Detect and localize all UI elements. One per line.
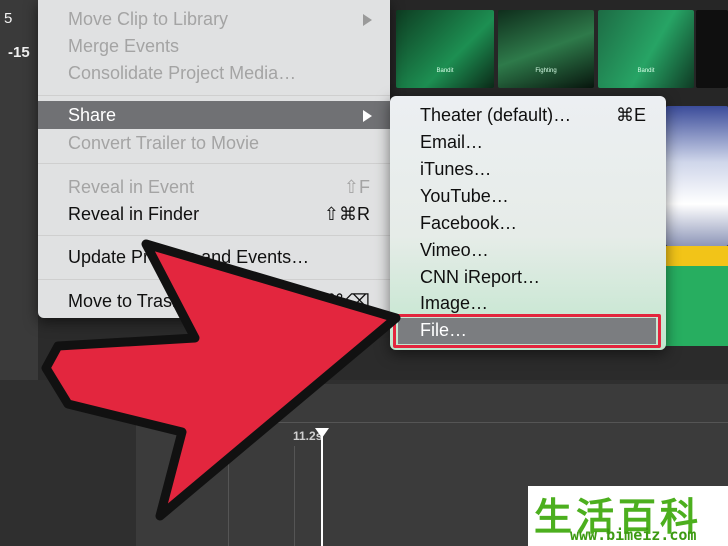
submenu-arrow-icon [363,14,372,26]
menu-item-label: iTunes… [420,159,492,179]
menu-item-label: Reveal in Finder [68,204,200,224]
playhead-handle[interactable] [315,428,329,438]
watermark-url: www.bimeiz.com [570,526,697,544]
share-item-vimeo[interactable]: Vimeo… [390,238,666,264]
menu-item-label: Reveal in Event [68,177,195,197]
share-item-itunes[interactable]: iTunes… [390,157,666,183]
file-menu: Move Clip to Library Merge Events Consol… [38,0,390,318]
timeline-ruler [136,422,728,423]
menu-item-label: CNN iReport… [420,267,541,287]
menu-item-merge-events[interactable]: Merge Events [38,33,390,59]
menu-item-reveal-in-finder[interactable]: Reveal in Finder ⇧⌘R [38,201,390,227]
menu-item-label: Consolidate Project Media… [68,63,297,83]
clip-caption: Bandit [436,68,454,74]
menu-item-label: Move Clip to Library [68,9,229,29]
clip-thumbnail[interactable] [666,106,728,246]
menu-item-move-to-trash[interactable]: Move to Trash ⌘⌫ [38,288,390,314]
playhead[interactable] [321,432,323,546]
menu-separator [38,95,390,96]
menu-item-label: Share [68,105,117,125]
clip-thumbnail[interactable]: Bandit [598,10,694,88]
menu-item-consolidate-project-media[interactable]: Consolidate Project Media… [38,60,390,86]
submenu-arrow-icon [363,110,372,122]
clip-thumbnail[interactable]: Bandit [396,10,494,88]
timeline-gridline [294,446,295,546]
share-item-cnn-ireport[interactable]: CNN iReport… [390,265,666,291]
clip-thumbnail[interactable]: Fighting [498,10,594,88]
shortcut-label: ⌘⌫ [326,291,370,311]
share-item-facebook[interactable]: Facebook… [390,211,666,237]
shortcut-label: ⇧⌘R [323,204,370,224]
close-icon[interactable]: ✕ [150,388,172,418]
menu-item-label: Vimeo… [420,240,489,260]
share-item-youtube[interactable]: YouTube… [390,184,666,210]
timecode: 0.0s [226,429,250,443]
menu-separator [38,279,390,280]
menu-item-label: Update Projects and Events… [68,247,310,267]
clip-caption: Bandit [637,68,655,74]
menu-item-reveal-in-event[interactable]: Reveal in Event ⇧F [38,174,390,200]
left-number: 5 [4,10,13,27]
menu-item-label: Image… [420,293,489,313]
share-submenu: Theater (default)… ⌘E Email… iTunes… You… [390,96,666,350]
share-item-theater[interactable]: Theater (default)… ⌘E [390,103,666,129]
share-item-email[interactable]: Email… [390,130,666,156]
menu-separator [38,163,390,164]
left-number: -15 [8,44,30,61]
menu-separator [38,235,390,236]
menu-item-share[interactable]: Share [38,101,390,129]
shortcut-label: ⌘E [615,105,646,125]
shortcut-label: ⇧F [343,177,370,197]
menu-item-label: Email… [420,132,484,152]
clip-thumbnail[interactable] [696,10,728,88]
menu-item-label: Move to Trash [68,291,183,311]
highlight-box [393,314,661,348]
menu-item-label: YouTube… [420,186,509,206]
menu-item-convert-trailer-to-movie[interactable]: Convert Trailer to Movie [38,130,390,156]
menu-item-update-projects-and-events[interactable]: Update Projects and Events… [38,244,390,270]
menu-item-move-clip-to-library[interactable]: Move Clip to Library [38,6,390,32]
watermark: 生活百科 www.bimeiz.com [528,486,728,546]
menu-item-label: Facebook… [420,213,518,233]
clip-caption: Fighting [535,68,557,74]
menu-item-label: Convert Trailer to Movie [68,133,260,153]
timeline-gridline [228,446,229,546]
left-panel: 5 -15 [0,0,38,380]
menu-item-label: Merge Events [68,36,180,56]
menu-item-label: Theater (default)… [420,105,572,125]
